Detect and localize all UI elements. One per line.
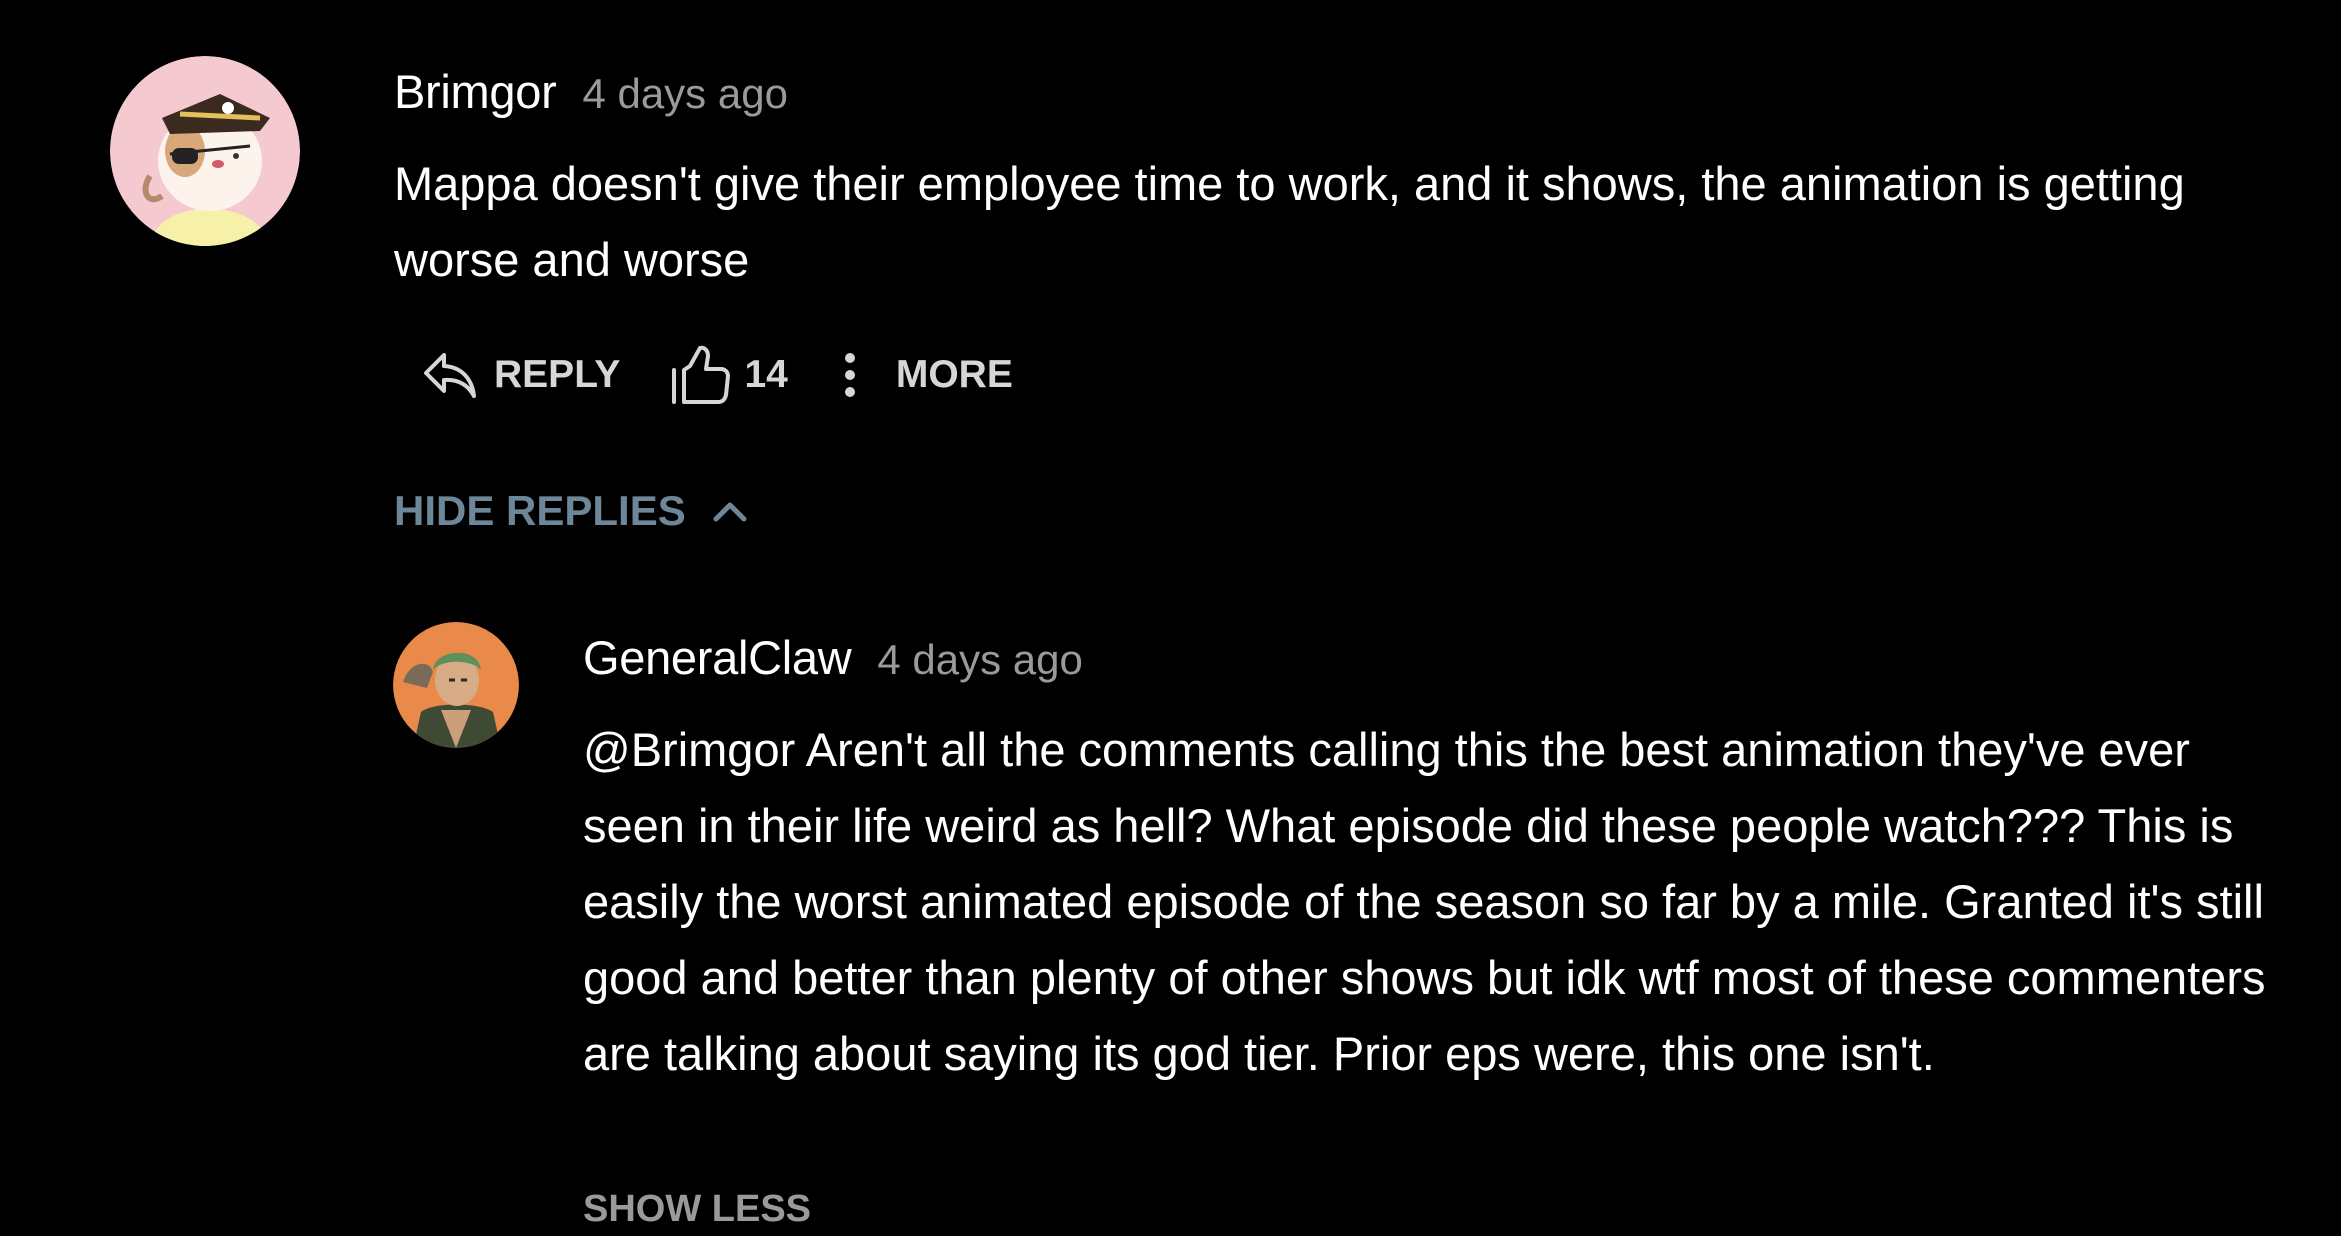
green-hair-character-avatar	[393, 622, 519, 748]
reply-button[interactable]: REPLY	[422, 349, 620, 401]
reply-author[interactable]: GeneralClaw	[583, 630, 852, 685]
hide-replies-label: HIDE REPLIES	[394, 487, 686, 534]
chevron-up-icon	[713, 502, 747, 522]
comment-text: Mappa doesn't give their employee time t…	[394, 157, 2185, 286]
reply-label: REPLY	[494, 353, 621, 396]
more-button[interactable]: MORE	[840, 350, 1013, 400]
like-button[interactable]: 14	[670, 344, 788, 406]
reply-header: GeneralClaw 4 days ago	[583, 630, 1083, 685]
hide-replies-button[interactable]: HIDE REPLIES	[394, 487, 748, 535]
comment-author[interactable]: Brimgor	[394, 64, 557, 119]
user-avatar[interactable]	[110, 56, 300, 246]
like-count: 14	[744, 353, 788, 396]
reply-arrow-icon	[424, 353, 476, 398]
pirate-cat-avatar	[110, 56, 300, 246]
thumbs-up-icon	[672, 345, 731, 404]
vertical-dots-icon	[844, 353, 855, 397]
comment-timestamp: 4 days ago	[582, 70, 788, 117]
comment-actions: REPLY 14 MORE	[422, 340, 1013, 410]
reply-timestamp: 4 days ago	[877, 636, 1083, 683]
more-label: MORE	[895, 353, 1013, 396]
show-less-button[interactable]: SHOW LESS	[583, 1188, 811, 1231]
reply-user-avatar[interactable]	[393, 622, 519, 748]
comment-header: Brimgor 4 days ago	[394, 64, 788, 119]
reply-text: @Brimgor Aren't all the comments calling…	[583, 723, 2266, 1080]
